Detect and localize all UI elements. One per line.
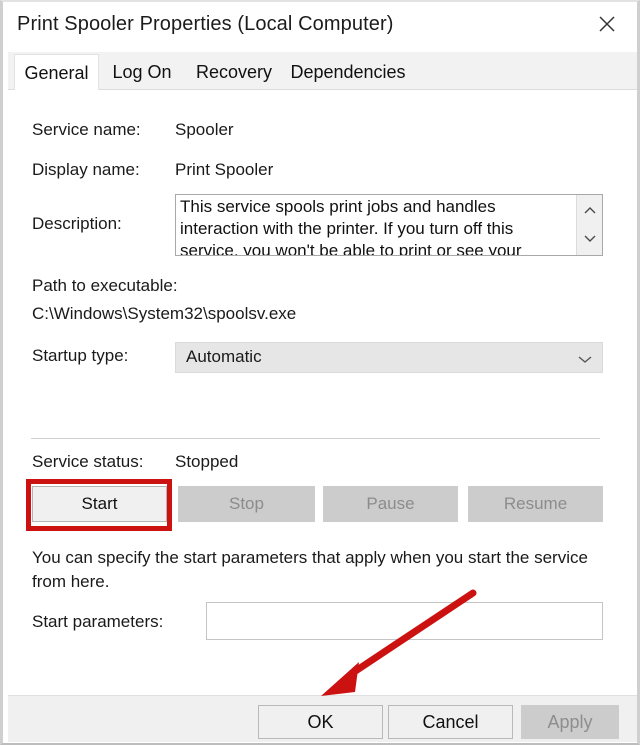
service-name-label: Service name: (32, 120, 141, 139)
apply-button-label: Apply (547, 711, 593, 732)
startup-type-value: Automatic (186, 347, 262, 366)
tab-recovery[interactable]: Recovery (185, 54, 283, 90)
section-divider (31, 438, 600, 439)
stop-button: Stop (178, 486, 315, 522)
resume-button-label: Resume (503, 494, 568, 513)
start-parameters-input[interactable] (206, 602, 603, 640)
title-bar: Print Spooler Properties (Local Computer… (3, 2, 637, 52)
start-parameters-help-text: You can specify the start parameters tha… (32, 548, 588, 591)
general-tab-panel: Service name: Spooler Display name: Prin… (8, 90, 637, 695)
tab-dependencies[interactable]: Dependencies (283, 54, 413, 90)
window-title: Print Spooler Properties (Local Computer… (17, 13, 394, 35)
tab-general-label: General (24, 63, 89, 83)
description-label: Description: (32, 214, 122, 233)
close-icon[interactable] (581, 2, 633, 46)
pause-button-label: Pause (366, 494, 415, 513)
description-text: This service spools print jobs and handl… (180, 197, 522, 256)
tab-dependencies-label: Dependencies (290, 61, 406, 82)
tab-recovery-label: Recovery (195, 61, 273, 82)
start-button-label: Start (81, 494, 118, 513)
startup-type-select[interactable]: Automatic (175, 342, 603, 373)
tab-strip: General Log On Recovery Dependencies (8, 52, 637, 92)
start-parameters-label: Start parameters: (32, 612, 164, 631)
path-to-executable-label: Path to executable: (32, 276, 178, 295)
description-textarea[interactable]: This service spools print jobs and handl… (175, 194, 603, 256)
pause-button: Pause (323, 486, 458, 522)
chevron-down-icon[interactable] (577, 225, 602, 251)
service-name-value: Spooler (175, 120, 234, 139)
tab-log-on[interactable]: Log On (99, 54, 185, 90)
start-button[interactable]: Start (32, 486, 167, 522)
ok-button[interactable]: OK (258, 705, 383, 739)
cancel-button[interactable]: Cancel (388, 705, 513, 739)
service-status-label: Service status: (32, 452, 144, 471)
cancel-button-label: Cancel (422, 711, 479, 732)
service-status-value: Stopped (175, 452, 239, 471)
display-name-value: Print Spooler (175, 160, 274, 179)
resume-button: Resume (468, 486, 603, 522)
path-to-executable-value: C:\Windows\System32\spoolsv.exe (32, 304, 297, 323)
service-properties-dialog: Print Spooler Properties (Local Computer… (0, 0, 640, 745)
chevron-down-icon (578, 351, 592, 369)
stop-button-label: Stop (229, 494, 264, 513)
tab-log-on-label: Log On (112, 61, 172, 82)
ok-button-label: OK (307, 711, 334, 732)
tab-general[interactable]: General (14, 54, 99, 92)
display-name-label: Display name: (32, 160, 140, 179)
apply-button: Apply (521, 705, 619, 739)
chevron-up-icon[interactable] (577, 197, 602, 223)
startup-type-label: Startup type: (32, 346, 129, 365)
dialog-footer: OK Cancel Apply (8, 695, 637, 742)
description-scrollbar[interactable] (576, 195, 602, 255)
